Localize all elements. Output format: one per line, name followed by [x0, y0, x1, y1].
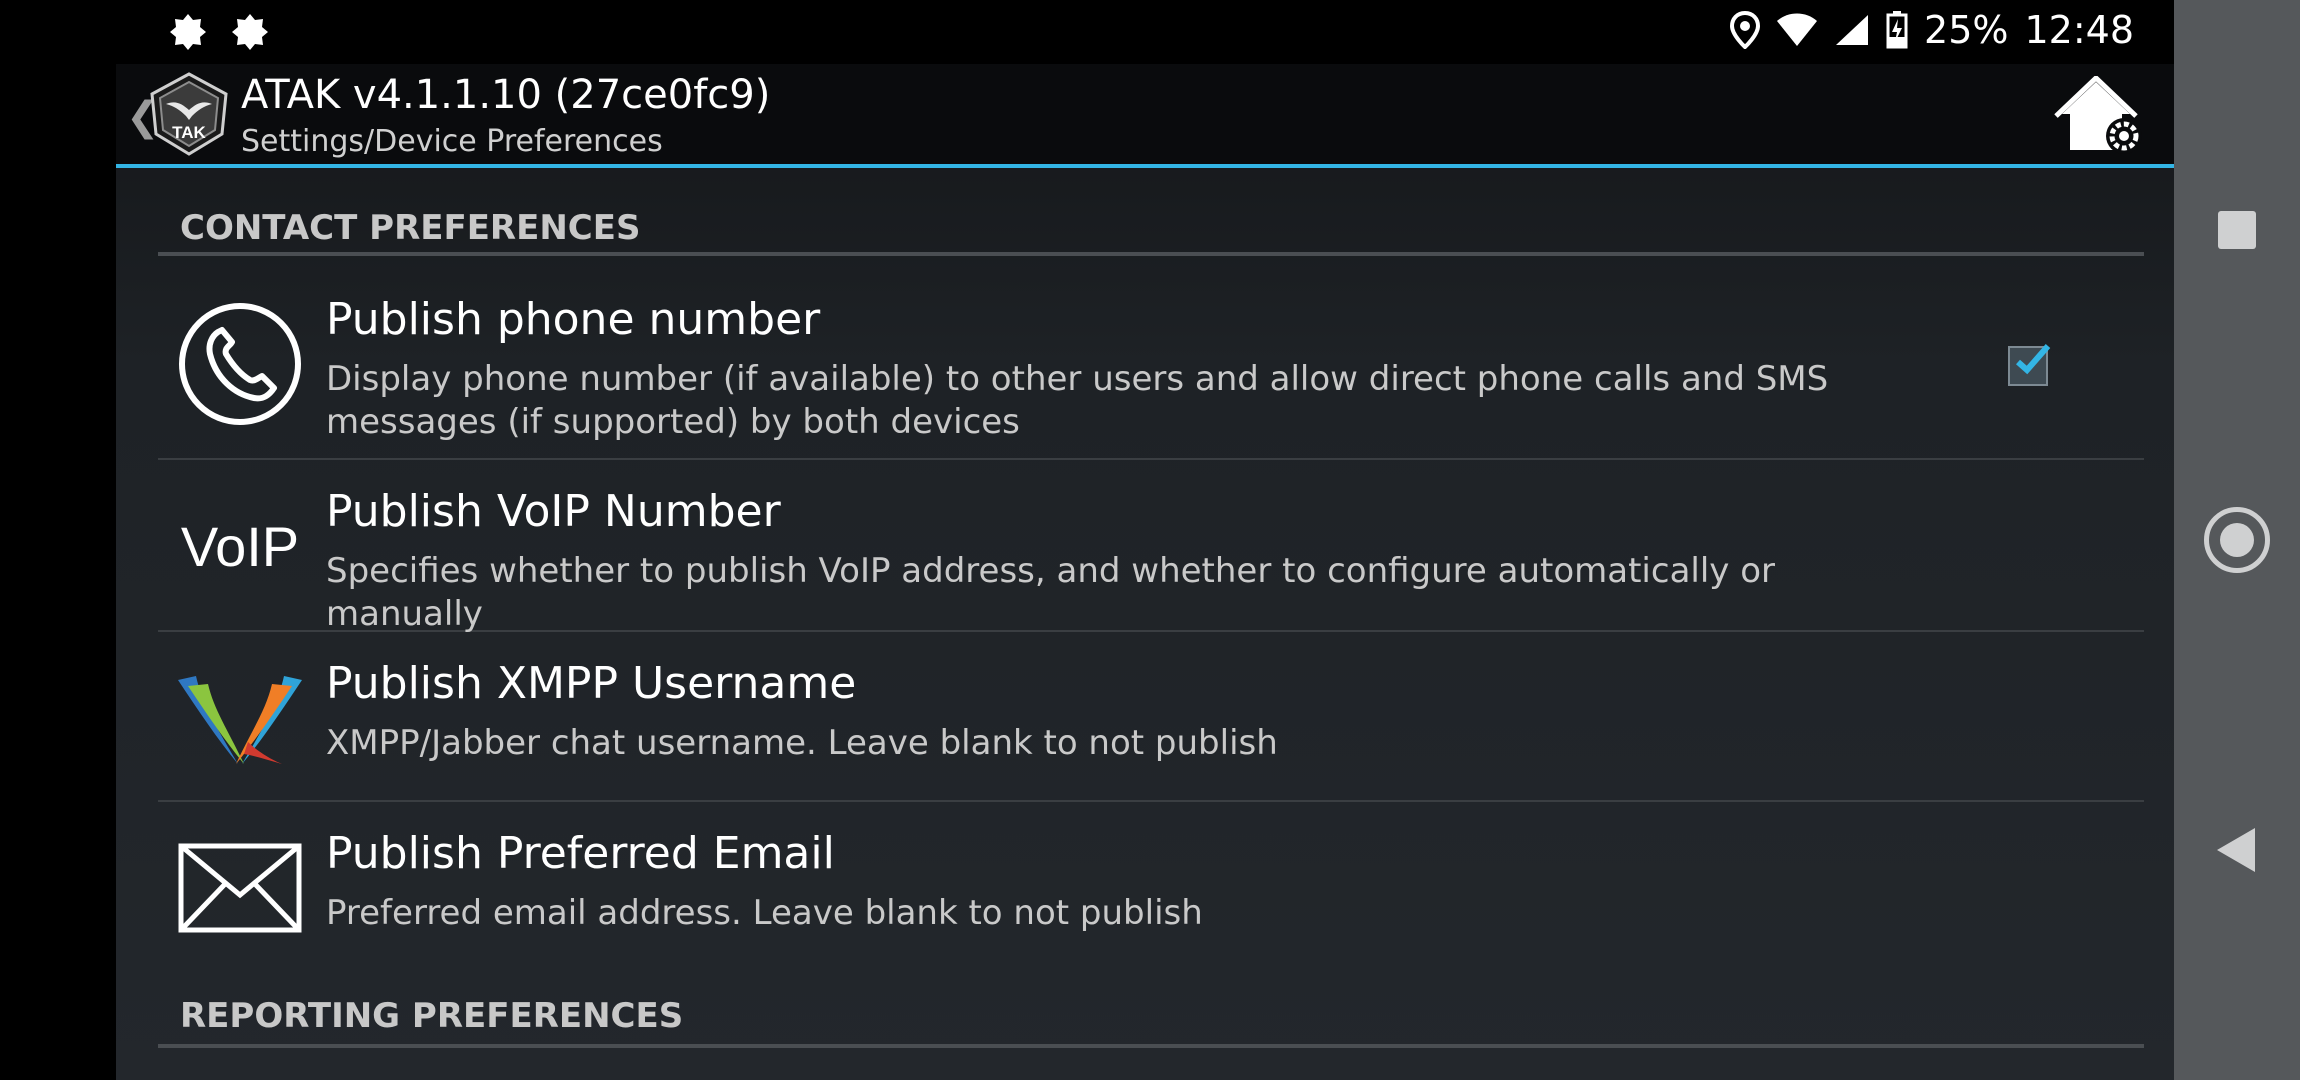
home-settings-icon[interactable]: [2054, 76, 2144, 156]
pref-title: Publish Preferred Email: [326, 828, 835, 879]
voip-icon: VoIP: [178, 484, 302, 608]
left-black-margin: [0, 0, 116, 1080]
battery-charging-icon: [1886, 11, 1908, 49]
settings-screen: ❮ TAK ATAK v4.1.1.10 (27ce0fc9) Settings…: [116, 64, 2174, 1080]
system-nav-bar: [2174, 0, 2300, 1080]
action-bar: ❮ TAK ATAK v4.1.1.10 (27ce0fc9) Settings…: [116, 64, 2174, 168]
tak-logo-text: TAK: [172, 123, 206, 142]
breadcrumb: Settings/Device Preferences: [241, 124, 663, 159]
home-button[interactable]: [2174, 480, 2300, 600]
status-bar: 25% 12:48: [116, 0, 2174, 64]
section-header-reporting: REPORTING PREFERENCES: [158, 996, 2144, 1048]
section-header-contact: CONTACT PREFERENCES: [158, 208, 2144, 256]
pref-summary: Specifies whether to publish VoIP addres…: [326, 551, 1776, 634]
pref-publish-xmpp[interactable]: Publish XMPP Username XMPP/Jabber chat u…: [158, 632, 2144, 802]
pref-publish-voip[interactable]: VoIP Publish VoIP Number Specifies wheth…: [158, 460, 2144, 634]
back-button[interactable]: [2174, 790, 2300, 910]
pref-summary: Display phone number (if available) to o…: [326, 359, 1829, 442]
pref-publish-email[interactable]: Publish Preferred Email Preferred email …: [158, 802, 2144, 972]
recents-square-icon: [2218, 211, 2256, 249]
tak-logo-icon[interactable]: TAK: [148, 72, 230, 156]
recents-button[interactable]: [2174, 170, 2300, 290]
app-title: ATAK v4.1.1.10 (27ce0fc9): [241, 72, 771, 118]
pref-title: Publish XMPP Username: [326, 658, 857, 709]
battery-percent: 25%: [1924, 8, 2009, 52]
xmpp-icon: [178, 656, 302, 780]
publish-phone-checkbox[interactable]: [2008, 344, 2051, 386]
voip-icon-text: VoIP: [180, 514, 300, 578]
home-circle-icon: [2204, 507, 2270, 573]
phone-icon: [178, 302, 302, 426]
notification-badge-icon: [170, 14, 206, 50]
location-icon: [1730, 11, 1761, 49]
clock: 12:48: [2024, 8, 2134, 52]
wifi-icon: [1777, 13, 1818, 46]
pref-summary: XMPP/Jabber chat username. Leave blank t…: [326, 723, 1278, 763]
pref-title: Publish phone number: [326, 294, 821, 345]
pref-publish-phone[interactable]: Publish phone number Display phone numbe…: [158, 268, 2144, 460]
pref-summary: Preferred email address. Leave blank to …: [326, 893, 1203, 933]
notification-badge-icon: [232, 14, 268, 50]
email-icon: [178, 826, 302, 950]
pref-title: Publish VoIP Number: [326, 486, 781, 537]
signal-icon: [1836, 15, 1869, 45]
back-triangle-icon: [2217, 828, 2255, 872]
